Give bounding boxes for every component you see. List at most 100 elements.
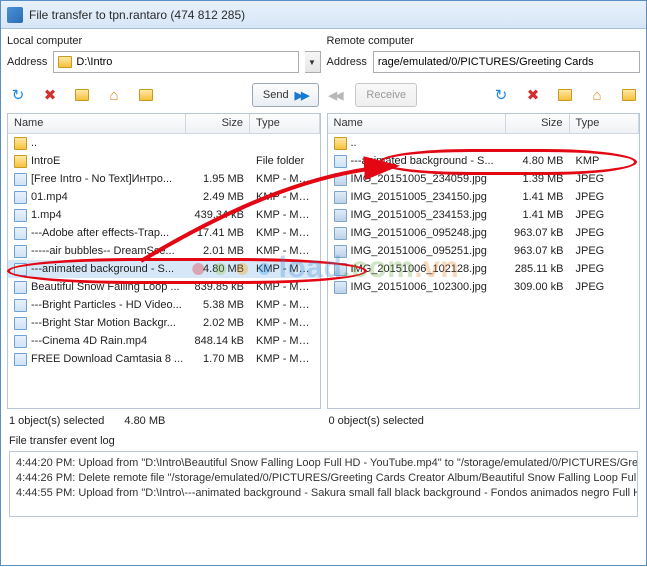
local-address-field[interactable]: D:\Intro <box>53 51 298 73</box>
file-name-cell: ---Cinema 4D Rain.mp4 <box>8 335 186 348</box>
remote-list-header: Name Size Type <box>328 114 640 134</box>
table-row[interactable]: ---Bright Star Motion Backgr...2.02 MBKM… <box>8 314 320 332</box>
image-file-icon <box>334 281 347 294</box>
table-row[interactable]: ---animated background - S...4.80 MBKMP <box>328 152 640 170</box>
table-row[interactable]: IntroEFile folder <box>8 152 320 170</box>
window-titlebar: File transfer to tpn.rantaro (474 812 28… <box>1 1 646 29</box>
col-name[interactable]: Name <box>328 114 506 133</box>
table-row[interactable]: .. <box>8 134 320 152</box>
up-folder-icon[interactable] <box>137 86 155 104</box>
image-file-icon <box>334 263 347 276</box>
delete-icon[interactable]: ✖ <box>524 86 542 104</box>
log-title: File transfer event log <box>9 435 638 447</box>
home-icon[interactable]: ⌂ <box>588 86 606 104</box>
file-name-cell: IMG_20151005_234059.jpg <box>328 173 506 186</box>
file-size-cell: 1.39 MB <box>506 173 570 185</box>
file-type-cell: JPEG <box>570 191 640 203</box>
receive-button[interactable]: Receive <box>355 83 417 107</box>
image-file-icon <box>334 173 347 186</box>
file-type-cell: JPEG <box>570 281 640 293</box>
file-size-cell: 4.80 MB <box>186 263 250 275</box>
local-address-dropdown[interactable]: ▼ <box>305 51 321 73</box>
file-name-cell: FREE Download Camtasia 8 ... <box>8 353 186 366</box>
image-file-icon <box>334 245 347 258</box>
log-entry: 4:44:20 PM: Upload from "D:\Intro\Beauti… <box>16 456 631 471</box>
table-row[interactable]: 1.mp4439.34 kBKMP - MP4 Audi... <box>8 206 320 224</box>
file-type-cell: JPEG <box>570 263 640 275</box>
file-size-cell: 2.49 MB <box>186 191 250 203</box>
local-address-value: D:\Intro <box>76 56 112 68</box>
delete-icon[interactable]: ✖ <box>41 86 59 104</box>
table-row[interactable]: IMG_20151006_102300.jpg309.00 kBJPEG <box>328 278 640 296</box>
up-folder-icon[interactable] <box>620 86 638 104</box>
col-size[interactable]: Size <box>506 114 570 133</box>
file-size-cell: 963.07 kB <box>506 227 570 239</box>
local-status-size: 4.80 MB <box>124 415 165 427</box>
table-row[interactable]: 01.mp42.49 MBKMP - MP4 Audi... <box>8 188 320 206</box>
file-size-cell: 1.41 MB <box>506 209 570 221</box>
file-size-cell: 1.95 MB <box>186 173 250 185</box>
new-folder-icon[interactable] <box>73 86 91 104</box>
file-name-cell: IMG_20151006_095251.jpg <box>328 245 506 258</box>
remote-panel-title: Remote computer <box>327 35 641 47</box>
table-row[interactable]: ---Adobe after effects-Trap...17.41 MBKM… <box>8 224 320 242</box>
table-row[interactable]: ---animated background - S...4.80 MBKMP … <box>8 260 320 278</box>
table-row[interactable]: IMG_20151005_234150.jpg1.41 MBJPEG <box>328 188 640 206</box>
file-icon <box>14 191 27 204</box>
file-size-cell: 839.85 kB <box>186 281 250 293</box>
refresh-icon[interactable]: ↻ <box>9 86 27 104</box>
file-name-cell: ---Bright Star Motion Backgr... <box>8 317 186 330</box>
file-type-cell: JPEG <box>570 209 640 221</box>
file-size-cell: 285.11 kB <box>506 263 570 275</box>
col-size[interactable]: Size <box>186 114 250 133</box>
receive-button-label: Receive <box>366 89 406 101</box>
table-row[interactable]: [Free Intro - No Text]Интро...1.95 MBKMP… <box>8 170 320 188</box>
file-icon <box>14 335 27 348</box>
table-row[interactable]: IMG_20151005_234059.jpg1.39 MBJPEG <box>328 170 640 188</box>
table-row[interactable]: ---Bright Particles - HD Video...5.38 MB… <box>8 296 320 314</box>
file-name-cell: Beautiful Snow Falling Loop ... <box>8 281 186 294</box>
table-row[interactable]: -----air bubbles-- DreamSce...2.01 MBKMP… <box>8 242 320 260</box>
table-row[interactable]: IMG_20151006_095248.jpg963.07 kBJPEG <box>328 224 640 242</box>
file-type-cell: KMP - MP4 Audi... <box>250 173 320 185</box>
file-size-cell: 5.38 MB <box>186 299 250 311</box>
table-row[interactable]: FREE Download Camtasia 8 ...1.70 MBKMP -… <box>8 350 320 368</box>
remote-address-value: rage/emulated/0/PICTURES/Greeting Cards <box>378 56 594 68</box>
remote-listview[interactable]: Name Size Type ..---animated background … <box>327 113 641 409</box>
file-name-cell: IMG_20151006_102300.jpg <box>328 281 506 294</box>
file-name-cell: ---Adobe after effects-Trap... <box>8 227 186 240</box>
file-type-cell: KMP <box>570 155 640 167</box>
file-type-cell: KMP - MP4 Audi... <box>250 281 320 293</box>
local-panel: Local computer Address D:\Intro ▼ ↻ ✖ ⌂ … <box>7 35 321 429</box>
folder-icon <box>58 56 72 68</box>
log-box[interactable]: 4:44:20 PM: Upload from "D:\Intro\Beauti… <box>9 451 638 517</box>
table-row[interactable]: ---Cinema 4D Rain.mp4848.14 kBKMP - MP4 … <box>8 332 320 350</box>
local-listview[interactable]: Name Size Type ..IntroEFile folder[Free … <box>7 113 321 409</box>
file-name-cell: ---animated background - S... <box>328 155 506 168</box>
new-folder-icon[interactable] <box>556 86 574 104</box>
table-row[interactable]: .. <box>328 134 640 152</box>
send-button[interactable]: Send ▶▶ <box>252 83 319 107</box>
local-toolbar: ↻ ✖ ⌂ Send ▶▶ <box>7 79 321 113</box>
col-name[interactable]: Name <box>8 114 186 133</box>
table-row[interactable]: IMG_20151006_102128.jpg285.11 kBJPEG <box>328 260 640 278</box>
file-type-cell: KMP - MP4 Audi... <box>250 209 320 221</box>
file-size-cell: 2.01 MB <box>186 245 250 257</box>
table-row[interactable]: IMG_20151006_095251.jpg963.07 kBJPEG <box>328 242 640 260</box>
col-type[interactable]: Type <box>250 114 320 133</box>
table-row[interactable]: IMG_20151005_234153.jpg1.41 MBJPEG <box>328 206 640 224</box>
col-type[interactable]: Type <box>570 114 640 133</box>
remote-address-label: Address <box>327 56 367 68</box>
remote-toolbar: ◀◀ Receive ↻ ✖ ⌂ <box>327 79 641 113</box>
remote-address-field[interactable]: rage/emulated/0/PICTURES/Greeting Cards <box>373 51 640 73</box>
home-icon[interactable]: ⌂ <box>105 86 123 104</box>
file-size-cell: 17.41 MB <box>186 227 250 239</box>
refresh-icon[interactable]: ↻ <box>492 86 510 104</box>
image-file-icon <box>334 191 347 204</box>
table-row[interactable]: Beautiful Snow Falling Loop ...839.85 kB… <box>8 278 320 296</box>
file-name-cell: ---animated background - S... <box>8 263 186 276</box>
file-type-cell: JPEG <box>570 173 640 185</box>
folder-icon <box>14 137 27 150</box>
file-type-cell: KMP - MP4 Audi... <box>250 353 320 365</box>
file-name-cell: ---Bright Particles - HD Video... <box>8 299 186 312</box>
